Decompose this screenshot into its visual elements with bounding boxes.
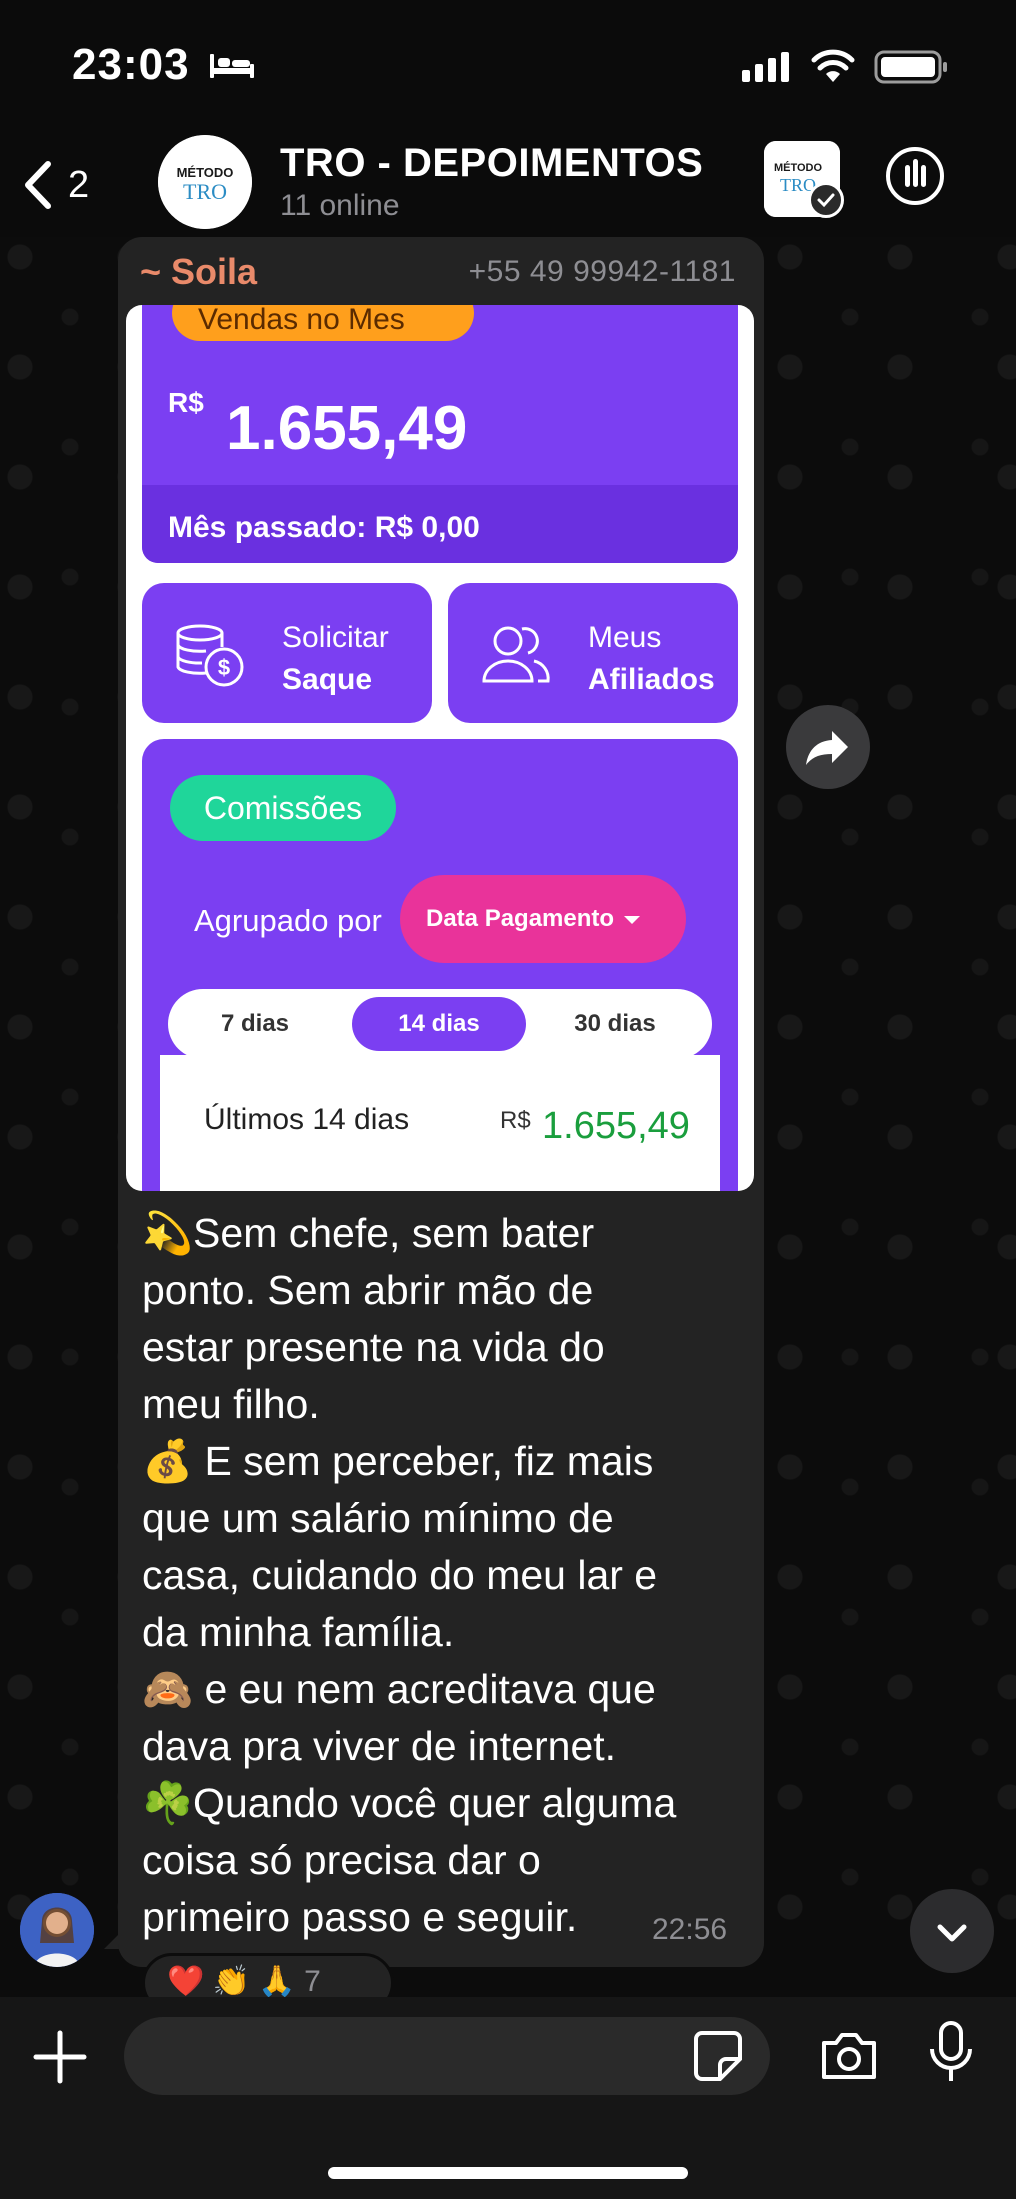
affiliates-label: Meus Afiliados <box>588 621 715 696</box>
home-indicator <box>328 2167 688 2179</box>
message-line: casa, cuidando do meu lar e <box>142 1552 658 1598</box>
message-line: estar presente na vida do <box>142 1324 605 1370</box>
message-input[interactable] <box>124 2017 770 2095</box>
status-bar: 23:03 <box>0 0 1016 135</box>
message-line: ponto. Sem abrir mão de <box>142 1267 594 1313</box>
affiliates-card: Meus Afiliados <box>448 583 738 723</box>
period-summary-row: Últimos 14 dias R$ 1.655,49 <box>160 1055 720 1191</box>
battery-icon <box>874 50 947 84</box>
scroll-down-button[interactable] <box>910 1889 994 1973</box>
plus-icon[interactable] <box>32 2029 88 2085</box>
tab-7-days: 7 dias <box>220 1010 290 1037</box>
sender-avatar[interactable] <box>20 1893 94 1967</box>
message-line: 🙈 e eu nem acreditava que <box>142 1666 656 1712</box>
group-by-select: Data Pagamento <box>400 875 686 963</box>
last-month-label: Mês passado: <box>168 511 367 544</box>
forward-button[interactable] <box>786 705 870 789</box>
sender-name[interactable]: ~ Soila <box>140 251 257 293</box>
unread-count: 2 <box>68 163 90 206</box>
message-line: da minha família. <box>142 1609 455 1655</box>
period-label: Últimos 14 dias <box>204 1103 410 1136</box>
chat-title[interactable]: TRO - DEPOIMENTOS <box>280 141 703 186</box>
microphone-icon[interactable] <box>926 2019 976 2085</box>
period-tabs: 7 dias 14 dias 30 dias <box>168 989 712 1059</box>
group-by-label: Agrupado por <box>194 903 382 938</box>
sales-card: Vendas no Mes R$ 1.655,49 Mês passado: R… <box>142 305 738 563</box>
period-currency: R$ <box>500 1107 531 1134</box>
tab-30-days: 30 dias <box>574 1010 656 1037</box>
message-line: 💫Sem chefe, sem bater <box>142 1210 595 1256</box>
sales-month-badge: Vendas no Mes <box>172 305 474 341</box>
currency-label: R$ <box>168 387 204 418</box>
period-value: 1.655,49 <box>542 1105 690 1147</box>
caret-down-icon <box>624 915 641 924</box>
sales-amount: 1.655,49 <box>226 394 468 463</box>
svg-text:TRO: TRO <box>183 179 227 204</box>
chevron-left-icon <box>25 161 51 209</box>
message-line: meu filho. <box>142 1381 320 1427</box>
message-text: 💫Sem chefe, sem bater ponto. Sem abrir m… <box>142 1205 742 1946</box>
input-bar <box>0 1997 1016 2199</box>
withdraw-label: Solicitar Saque <box>282 621 389 696</box>
voice-chat-icon[interactable] <box>884 145 946 207</box>
sender-phone: +55 49 99942-1181 <box>468 255 736 288</box>
sleep-focus-icon <box>210 54 254 78</box>
chevron-down-icon <box>937 1924 967 1942</box>
message-line: que um salário mínimo de <box>142 1495 614 1541</box>
message-line: dava pra viver de internet. <box>142 1723 617 1769</box>
tab-14-days: 14 dias <box>352 997 526 1051</box>
reaction-count: 7 <box>304 1965 321 1997</box>
users-icon <box>482 626 550 683</box>
svg-text:MÉTODO: MÉTODO <box>177 165 234 180</box>
commissions-badge: Comissões <box>170 775 396 841</box>
online-count: 11 online <box>280 189 400 222</box>
message-time: 22:56 <box>652 1913 728 1946</box>
message-line: 💰 E sem perceber, fiz mais <box>142 1438 654 1484</box>
wifi-icon <box>811 49 855 82</box>
message-image[interactable]: Vendas no Mes R$ 1.655,49 Mês passado: R… <box>126 305 754 1191</box>
reaction-emojis: ❤️ 👏 🙏 <box>167 1965 296 1997</box>
message-line: coisa só precisa dar o <box>142 1837 541 1883</box>
reactions-bar[interactable]: ❤️ 👏 🙏 7 <box>142 1953 394 1997</box>
message-line: ☘️Quando você quer alguma <box>142 1780 677 1826</box>
cellular-signal-icon <box>742 52 789 82</box>
chat-header: 2 MÉTODO TRO TRO - DEPOIMENTOS 11 online… <box>0 135 1016 237</box>
back-button[interactable]: 2 <box>20 155 89 215</box>
svg-text:$: $ <box>218 655 230 680</box>
last-month-row: Mês passado: R$ 0,00 <box>142 485 738 563</box>
check-icon <box>808 182 844 218</box>
avatar-photo <box>20 1893 94 1967</box>
camera-icon[interactable] <box>818 2027 880 2083</box>
last-month-value: R$ 0,00 <box>374 511 480 544</box>
withdraw-card: $ Solicitar Saque <box>142 583 432 723</box>
status-time: 23:03 <box>72 40 190 89</box>
svg-text:MÉTODO: MÉTODO <box>774 161 823 174</box>
sticker-icon[interactable] <box>692 2027 744 2083</box>
group-avatar[interactable]: MÉTODO TRO <box>158 135 252 229</box>
chat-area[interactable]: ~ Soila +55 49 99942-1181 Vendas no Mes … <box>0 237 1016 1997</box>
forward-icon <box>806 731 848 765</box>
coins-icon: $ <box>176 624 244 687</box>
metodo-tro-logo: MÉTODO TRO <box>158 135 252 229</box>
